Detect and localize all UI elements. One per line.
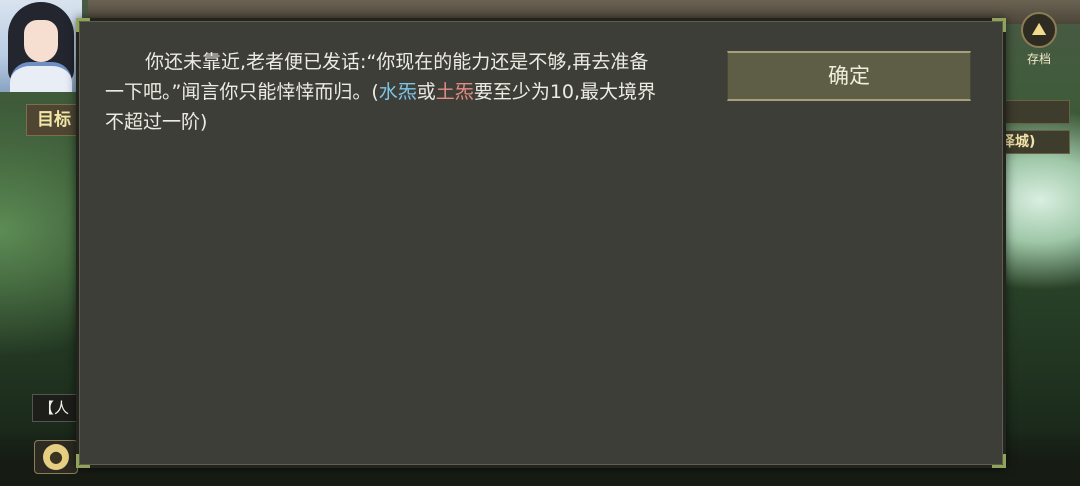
corner-ornament — [76, 454, 90, 468]
mountain-emblem-icon: ⛰ — [1021, 12, 1057, 48]
save-button[interactable]: ⛰ 存档 — [1018, 12, 1060, 68]
corner-ornament — [76, 18, 90, 32]
earth-attribute: 土炁 — [435, 81, 474, 103]
confirm-button[interactable]: 确定 — [727, 51, 971, 101]
or-word: 或 — [416, 81, 436, 103]
corner-ornament — [992, 18, 1006, 32]
dialog-message: 你还未靠近,老者便已发话:“你现在的能力还是不够,再去准备一下吧。”闻言你只能悻… — [105, 47, 665, 137]
character-menu-button[interactable]: ● — [34, 440, 78, 474]
water-attribute: 水炁 — [378, 81, 417, 103]
character-portrait[interactable] — [0, 0, 82, 92]
portrait-robe — [10, 62, 72, 92]
save-label: 存档 — [1026, 52, 1051, 66]
portrait-face — [24, 20, 58, 62]
corner-ornament — [992, 454, 1006, 468]
event-dialog: 你还未靠近,老者便已发话:“你现在的能力还是不够,再去准备一下吧。”闻言你只能悻… — [76, 18, 1006, 468]
person-icon: ● — [43, 444, 69, 470]
